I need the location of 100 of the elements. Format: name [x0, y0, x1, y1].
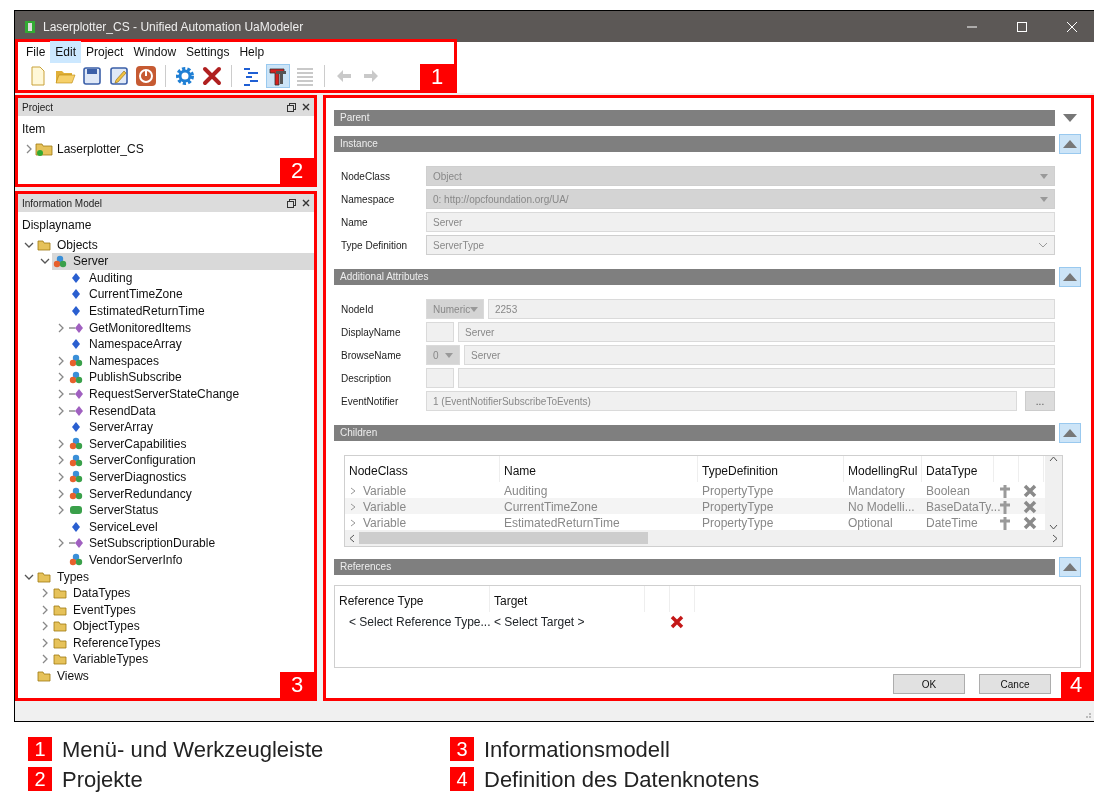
tree-item[interactable]: Laserplotter_CS [36, 140, 148, 157]
tree-item[interactable]: Types [36, 568, 93, 585]
chevron-right-icon[interactable] [24, 143, 34, 154]
tree-item[interactable]: ServerRedundancy [68, 485, 196, 502]
tree-item[interactable]: ReferenceTypes [52, 634, 165, 652]
tree-item[interactable]: Server [52, 252, 314, 270]
column-header[interactable]: Target [490, 586, 645, 613]
scrollbar-thumb[interactable] [359, 532, 649, 545]
tree-item[interactable]: Auditing [68, 269, 137, 287]
column-header[interactable]: Name [500, 456, 698, 483]
locale-field[interactable] [426, 322, 454, 343]
toggle-button[interactable] [1059, 267, 1081, 288]
chevron-right-icon[interactable] [56, 372, 66, 383]
maximize-icon[interactable] [1016, 20, 1028, 33]
plus-icon[interactable] [998, 500, 1012, 515]
delete-icon[interactable] [1023, 500, 1037, 515]
column-header[interactable]: Item [18, 116, 314, 141]
browse-button[interactable]: ... [1025, 391, 1055, 412]
toggle-button[interactable] [1059, 557, 1081, 578]
scrollbar[interactable] [1045, 456, 1062, 531]
power-icon[interactable] [135, 65, 157, 88]
tree-item[interactable]: GetMonitoredItems [68, 319, 196, 336]
tree-item[interactable]: ServiceLevel [68, 518, 162, 536]
menu-item[interactable]: Settings [181, 41, 235, 64]
tree-item[interactable]: ObjectTypes [52, 618, 144, 635]
close-icon[interactable] [302, 199, 310, 208]
column-header[interactable]: Reference Type [335, 586, 490, 613]
float-icon[interactable] [287, 198, 296, 208]
menu-item[interactable]: Help [234, 41, 270, 64]
dropdown-arrow-icon[interactable] [445, 352, 453, 358]
tree-item[interactable]: ServerDiagnostics [68, 468, 191, 486]
plus-icon[interactable] [998, 516, 1012, 531]
dropdown-arrow-icon[interactable] [1040, 196, 1048, 202]
menu-item[interactable]: Project [81, 41, 129, 64]
column-header[interactable]: DataType [922, 456, 994, 483]
tree-item[interactable]: ServerStatus [68, 501, 163, 519]
tree-item[interactable]: ServerConfiguration [68, 452, 200, 469]
delete-icon[interactable] [1023, 516, 1037, 531]
scroll-left-icon[interactable] [349, 533, 355, 543]
locale-field[interactable] [426, 368, 454, 389]
chevron-right-icon[interactable] [56, 322, 66, 333]
chevron-right-icon[interactable] [56, 438, 66, 449]
chevron-right-icon[interactable] [56, 455, 66, 466]
tree-item[interactable]: NamespaceArray [68, 335, 186, 353]
scroll-up-icon[interactable] [1049, 456, 1058, 463]
tree-item[interactable]: VariableTypes [52, 651, 153, 668]
gear-icon[interactable] [174, 65, 196, 88]
column-header[interactable]: ModellingRul [844, 456, 922, 483]
column-header[interactable]: TypeDefinition [698, 456, 844, 483]
toggle-button[interactable] [1059, 423, 1081, 444]
column-header[interactable]: NodeClass [345, 456, 500, 483]
dropdown-arrow-icon[interactable] [1040, 173, 1048, 179]
menu-item[interactable]: File [21, 41, 51, 64]
float-icon[interactable] [287, 102, 296, 112]
tree-item[interactable]: EstimatedReturnTime [68, 302, 209, 320]
save-icon[interactable] [81, 65, 103, 88]
tree-item[interactable]: Views [36, 667, 93, 685]
tree-item[interactable]: CurrentTimeZone [68, 286, 187, 303]
delete-icon[interactable] [1023, 484, 1037, 499]
chevron-right-icon[interactable] [56, 471, 66, 482]
tree-item[interactable]: DataTypes [52, 584, 135, 602]
chevron-right-icon[interactable] [56, 538, 66, 549]
cancel-button[interactable]: Cance [979, 674, 1051, 695]
tree-item[interactable]: RequestServerStateChange [68, 385, 244, 403]
tree-item[interactable]: ServerCapabilities [68, 435, 191, 453]
close-icon[interactable] [302, 103, 310, 112]
tree-item[interactable]: Namespaces [68, 352, 164, 370]
tree-item[interactable]: PublishSubscribe [68, 369, 186, 386]
scroll-down-icon[interactable] [1049, 524, 1058, 531]
chevron-right-icon[interactable] [40, 604, 50, 615]
delete-icon[interactable] [201, 65, 223, 88]
chevron-right-icon[interactable] [40, 637, 50, 648]
tree-item[interactable]: ServerArray [68, 418, 157, 436]
delete-icon[interactable] [670, 615, 684, 630]
chevron-right-icon[interactable] [56, 405, 66, 416]
tree-item[interactable]: VendorServerInfo [68, 551, 187, 569]
scrollbar[interactable] [345, 530, 1062, 547]
plus-icon[interactable] [998, 484, 1012, 499]
chevron-right-icon[interactable] [40, 588, 50, 599]
chevron-right-icon[interactable] [56, 505, 66, 516]
text-field[interactable] [458, 368, 1055, 389]
ok-button[interactable]: OK [893, 674, 965, 695]
scroll-right-icon[interactable] [1052, 533, 1058, 543]
dropdown-arrow-icon[interactable] [470, 306, 479, 312]
type-icon[interactable] [267, 65, 289, 88]
tree-item[interactable]: ResendData [68, 402, 160, 419]
chevron-right-icon[interactable] [56, 488, 66, 499]
column-header[interactable]: Displayname [18, 212, 314, 237]
tree-item[interactable]: SetSubscriptionDurable [68, 535, 220, 552]
edit-icon[interactable] [108, 65, 130, 88]
tree-item[interactable]: Objects [36, 236, 102, 253]
menu-item[interactable]: Edit [50, 41, 82, 64]
menu-item[interactable]: Window [128, 41, 182, 64]
tree-item[interactable]: EventTypes [52, 601, 140, 618]
chevron-right-icon[interactable] [40, 654, 50, 665]
resize-grip-icon[interactable] [1083, 710, 1091, 718]
chevron-right-icon[interactable] [56, 355, 66, 366]
toggle-button[interactable] [1059, 134, 1081, 155]
chevron-right-icon[interactable] [56, 389, 66, 399]
chevron-right-icon[interactable] [40, 621, 50, 632]
